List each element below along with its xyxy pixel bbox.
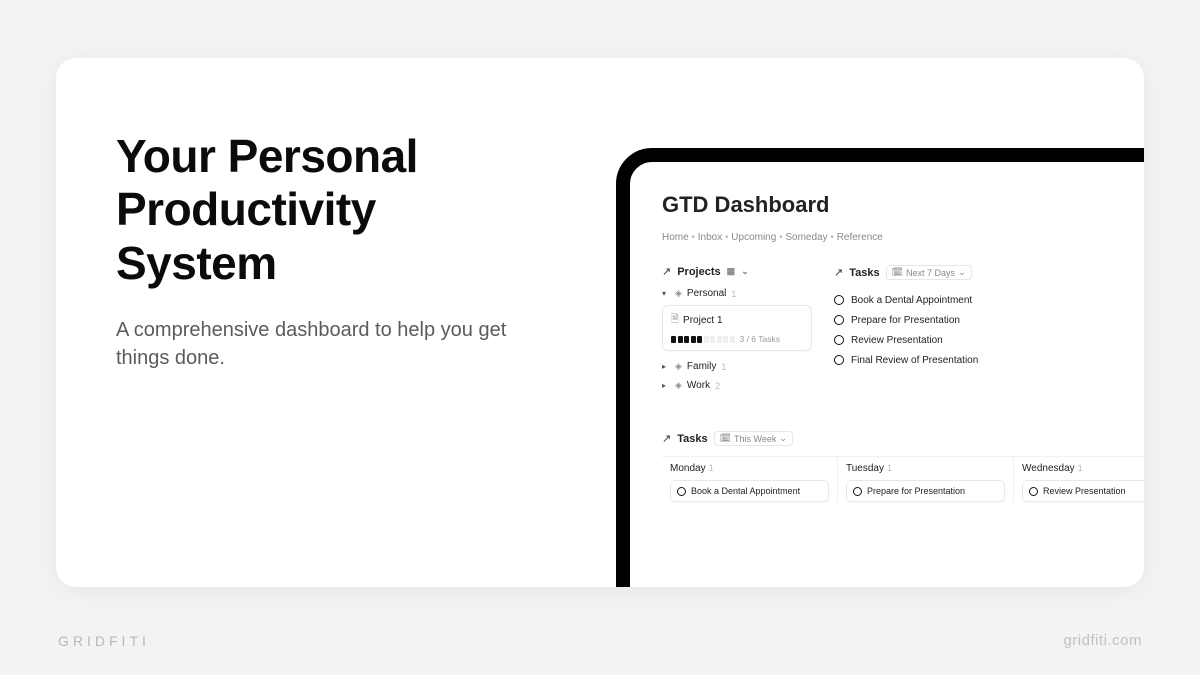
- breadcrumb-item[interactable]: Inbox: [691, 232, 722, 243]
- page-title: GTD Dashboard: [662, 192, 1144, 218]
- link-arrow-icon: ↗: [834, 266, 843, 279]
- project-group-name: Personal: [687, 288, 726, 299]
- progress-bar-icon: [671, 336, 735, 343]
- projects-label: Projects: [677, 266, 720, 278]
- filter-chip[interactable]: 🗓 Next 7 Days ⌄: [886, 265, 972, 280]
- tasks-label: Tasks: [849, 267, 879, 279]
- project-group-count: 1: [731, 289, 736, 299]
- breadcrumb: Home Inbox Upcoming Someday Reference: [662, 232, 1144, 243]
- breadcrumb-item[interactable]: Reference: [830, 232, 882, 243]
- breadcrumb-item[interactable]: Home: [662, 232, 689, 243]
- project-group-family[interactable]: ▸ ◈ Family 1: [662, 361, 812, 372]
- project-group-work[interactable]: ▸ ◈ Work 2: [662, 380, 812, 391]
- hero-title-line-1: Your Personal: [116, 130, 418, 182]
- project-group-personal[interactable]: ▾ ◈ Personal 1: [662, 288, 812, 299]
- day-name: Monday: [670, 463, 706, 474]
- filter-label: This Week: [734, 434, 776, 444]
- tasks-week-header[interactable]: ↗ Tasks 🗓 This Week ⌄: [662, 431, 1144, 446]
- day-column-wednesday: Wednesday1 Review Presentation: [1014, 457, 1144, 502]
- hero-subtitle: A comprehensive dashboard to help you ge…: [116, 316, 556, 372]
- link-arrow-icon: ↗: [662, 432, 671, 445]
- project-group-name: Family: [687, 361, 716, 372]
- progress-label: 3 / 6 Tasks: [740, 334, 780, 344]
- filter-label: Next 7 Days: [906, 268, 955, 278]
- filter-chip[interactable]: 🗓 This Week ⌄: [714, 431, 793, 446]
- task-row[interactable]: Review Presentation December 1, 2021|: [834, 330, 1144, 350]
- tablet-device-frame: GTD Dashboard Home Inbox Upcoming Someda…: [616, 148, 1144, 587]
- checkbox-empty-icon[interactable]: [677, 487, 686, 496]
- brand-wordmark: GRIDFITI: [58, 633, 150, 649]
- hero-title-line-2: Productivity: [116, 183, 376, 235]
- project-name: Project 1: [683, 315, 722, 326]
- day-count: 1: [709, 463, 714, 473]
- day-count: 1: [887, 463, 892, 473]
- task-card[interactable]: Review Presentation: [1022, 480, 1144, 502]
- checkbox-empty-icon[interactable]: [834, 295, 844, 305]
- calendar-icon: 🗓: [720, 433, 731, 444]
- tasks-next-column: ↗ Tasks 🗓 Next 7 Days ⌄ Book a Dental Ap…: [834, 265, 1144, 397]
- hero-copy: Your Personal Productivity System A comp…: [116, 130, 556, 372]
- footer: GRIDFITI gridfiti.com: [58, 632, 1142, 649]
- breadcrumb-item[interactable]: Upcoming: [725, 232, 776, 243]
- checkbox-empty-icon[interactable]: [834, 355, 844, 365]
- task-name: Final Review of Presentation: [851, 355, 978, 366]
- hero-title-line-3: System: [116, 237, 277, 289]
- brand-url: gridfiti.com: [1063, 632, 1142, 649]
- dashboard-screen: GTD Dashboard Home Inbox Upcoming Someda…: [630, 162, 1144, 502]
- task-name: Prepare for Presentation: [867, 486, 965, 496]
- promo-card: Your Personal Productivity System A comp…: [56, 58, 1144, 587]
- disclosure-triangle-closed-icon: ▸: [662, 381, 670, 390]
- project-card[interactable]: 🗎 Project 1 3 / 6 Tasks: [662, 305, 812, 351]
- day-column-tuesday: Tuesday1 Prepare for Presentation: [838, 457, 1014, 502]
- task-row[interactable]: Prepare for Presentation November 30, 20…: [834, 310, 1144, 330]
- chevron-down-icon: ⌄: [779, 433, 787, 444]
- task-name: Book a Dental Appointment: [851, 295, 972, 306]
- disclosure-triangle-open-icon: ▾: [662, 289, 670, 298]
- week-board: Monday1 Book a Dental Appointment Tuesda…: [662, 456, 1144, 502]
- checkbox-empty-icon[interactable]: [834, 315, 844, 325]
- project-group-count: 1: [721, 362, 726, 372]
- document-icon: 🗎: [671, 312, 679, 329]
- day-count: 1: [1078, 463, 1083, 473]
- calendar-icon: 🗓: [892, 267, 903, 278]
- checkbox-empty-icon[interactable]: [834, 335, 844, 345]
- day-column-monday: Monday1 Book a Dental Appointment: [662, 457, 838, 502]
- checkbox-empty-icon[interactable]: [1029, 487, 1038, 496]
- chevron-down-icon: ⌄: [958, 267, 966, 278]
- disclosure-triangle-closed-icon: ▸: [662, 362, 670, 371]
- project-group-count: 2: [715, 381, 720, 391]
- checkbox-empty-icon[interactable]: [853, 487, 862, 496]
- task-card[interactable]: Book a Dental Appointment: [670, 480, 829, 502]
- project-group-name: Work: [687, 380, 710, 391]
- day-name: Tuesday: [846, 463, 884, 474]
- task-name: Prepare for Presentation: [851, 315, 960, 326]
- projects-column: ↗ Projects ▦ ⌄ ▾ ◈ Personal 1 🗎: [662, 265, 812, 397]
- cube-icon: ◈: [675, 380, 682, 391]
- tasks-next-header[interactable]: ↗ Tasks 🗓 Next 7 Days ⌄: [834, 265, 1144, 280]
- task-card[interactable]: Prepare for Presentation: [846, 480, 1005, 502]
- hero-title: Your Personal Productivity System: [116, 130, 556, 290]
- cube-icon: ◈: [675, 288, 682, 299]
- task-row[interactable]: Book a Dental Appointment November 29, 2…: [834, 290, 1144, 310]
- breadcrumb-item[interactable]: Someday: [779, 232, 828, 243]
- tasks-week-section: ↗ Tasks 🗓 This Week ⌄ Monday1 Book a Den…: [662, 431, 1144, 502]
- link-arrow-icon: ↗: [662, 265, 671, 278]
- tasks-label: Tasks: [677, 433, 707, 445]
- chevron-down-icon[interactable]: ⌄: [741, 266, 749, 277]
- task-row[interactable]: Final Review of Presentation December 2,…: [834, 350, 1144, 370]
- projects-header[interactable]: ↗ Projects ▦ ⌄: [662, 265, 812, 278]
- task-name: Review Presentation: [851, 335, 943, 346]
- board-view-icon[interactable]: ▦: [727, 266, 736, 277]
- day-name: Wednesday: [1022, 463, 1075, 474]
- cube-icon: ◈: [675, 361, 682, 372]
- project-progress: 3 / 6 Tasks: [671, 334, 803, 344]
- task-name: Book a Dental Appointment: [691, 486, 800, 496]
- task-name: Review Presentation: [1043, 486, 1126, 496]
